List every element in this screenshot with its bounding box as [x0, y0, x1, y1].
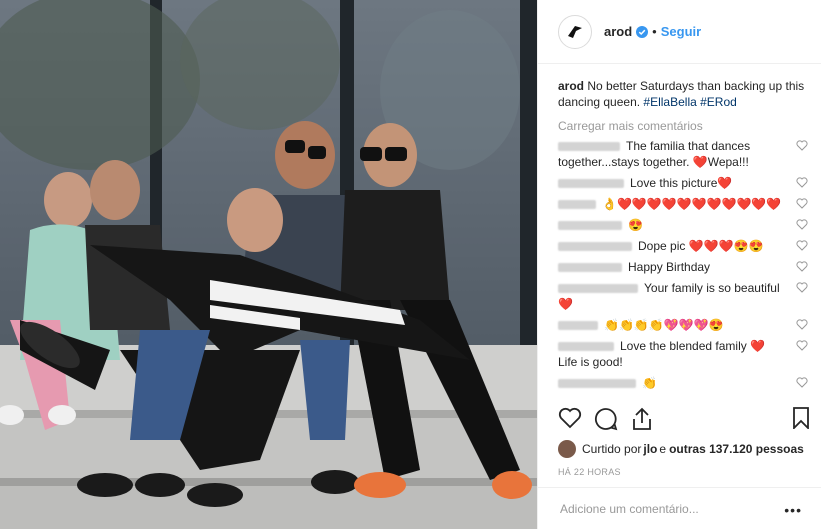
blurred-username[interactable]	[558, 284, 638, 294]
like-comment-heart-icon[interactable]	[796, 261, 808, 272]
comment-item: Your family is so beautiful ❤️	[558, 280, 808, 312]
likes-middle: e	[659, 442, 667, 456]
bookmark-icon[interactable]	[792, 407, 810, 429]
blurred-username[interactable]	[558, 142, 620, 152]
comment-text: Dope pic	[638, 239, 689, 253]
caption: arod No better Saturdays than backing up…	[558, 78, 808, 110]
like-comment-heart-icon[interactable]	[796, 198, 808, 209]
comment-emoji: ❤️	[717, 176, 733, 190]
separator-dot: •	[652, 24, 657, 39]
like-comment-heart-icon[interactable]	[796, 240, 808, 251]
post-side-panel: arod • Seguir arod No better Saturdays t…	[537, 0, 821, 529]
like-comment-heart-icon[interactable]	[796, 282, 808, 293]
blurred-username[interactable]	[558, 342, 614, 352]
like-comment-heart-icon[interactable]	[796, 219, 808, 230]
comment-emoji: ❤️	[750, 339, 766, 353]
liker-avatar[interactable]	[558, 440, 576, 458]
comment-item: 😍	[558, 217, 808, 233]
post-actions	[558, 407, 810, 433]
comment-emoji: ❤️	[692, 155, 708, 169]
comment-text: Happy Birthday	[628, 260, 711, 274]
blurred-username[interactable]	[558, 221, 622, 231]
comment-item: Happy Birthday	[558, 259, 808, 275]
share-icon[interactable]	[631, 407, 653, 431]
comment-item: The familia that dances together...stays…	[558, 138, 808, 170]
comment-emoji: 😍	[628, 218, 643, 232]
blurred-username[interactable]	[558, 379, 636, 389]
comment-text: Love the blended family	[620, 339, 751, 353]
blurred-username[interactable]	[558, 179, 624, 189]
family-photo-illustration	[0, 0, 537, 529]
like-comment-heart-icon[interactable]	[796, 340, 808, 351]
comment-emoji: 👏	[642, 376, 657, 390]
likes-summary: Curtido por jlo e outras 137.120 pessoas	[558, 440, 804, 458]
load-more-comments-button[interactable]: Carregar mais comentários	[558, 118, 808, 134]
comment-item: Love this picture❤️	[558, 175, 808, 191]
blurred-username[interactable]	[558, 263, 622, 273]
like-heart-icon[interactable]	[558, 407, 582, 429]
comment-item: 👌❤️❤️❤️❤️❤️❤️❤️❤️❤️❤️❤️	[558, 196, 808, 212]
blurred-username[interactable]	[558, 200, 596, 210]
avatar[interactable]	[558, 14, 592, 49]
blurred-username[interactable]	[558, 321, 598, 331]
follow-button[interactable]: Seguir	[661, 24, 701, 39]
comment-item: 👏👏👏👏💖💖💖😍	[558, 317, 808, 333]
like-comment-heart-icon[interactable]	[796, 319, 808, 330]
caption-username[interactable]: arod	[558, 79, 584, 93]
comment-item: 👏	[558, 375, 808, 391]
comment-bubble-icon[interactable]	[594, 407, 618, 431]
comments-section: arod No better Saturdays than backing up…	[558, 78, 808, 396]
comment-item: Love the blended family ❤️ Life is good!	[558, 338, 808, 370]
liker-username[interactable]: jlo	[643, 442, 657, 456]
add-comment-input[interactable]	[558, 500, 762, 517]
add-comment-bar: •••	[538, 487, 821, 529]
more-options-icon[interactable]: •••	[784, 502, 802, 518]
post-timestamp: HÁ 22 HORAS	[558, 467, 621, 477]
likes-prefix: Curtido por	[582, 442, 642, 456]
comment-emoji: ❤️	[558, 297, 573, 311]
comment-text: Love this picture	[630, 176, 718, 190]
header-username[interactable]: arod	[604, 24, 632, 39]
comment-emoji: 👌❤️❤️❤️❤️❤️❤️❤️❤️❤️❤️❤️	[602, 197, 782, 211]
comment-emoji: ❤️❤️❤️😍😍	[688, 239, 764, 253]
verified-badge-icon	[636, 25, 649, 38]
arod-logo-icon	[568, 25, 582, 38]
like-comment-heart-icon[interactable]	[796, 377, 808, 388]
likes-count[interactable]: outras 137.120 pessoas	[669, 442, 804, 456]
comment-emoji: 👏👏👏👏💖💖💖😍	[604, 318, 724, 332]
post-header: arod • Seguir	[538, 0, 821, 64]
like-comment-heart-icon[interactable]	[796, 140, 808, 151]
comment-text: Your family is so beautiful	[644, 281, 780, 295]
post-photo[interactable]	[0, 0, 537, 529]
like-comment-heart-icon[interactable]	[796, 177, 808, 188]
blurred-username[interactable]	[558, 242, 632, 252]
comment-suffix: Wepa!!!	[707, 155, 749, 169]
caption-hashtags[interactable]: #EllaBella #ERod	[643, 95, 736, 109]
comment-item: Dope pic ❤️❤️❤️😍😍	[558, 238, 808, 254]
comment-suffix: Life is good!	[558, 355, 623, 369]
